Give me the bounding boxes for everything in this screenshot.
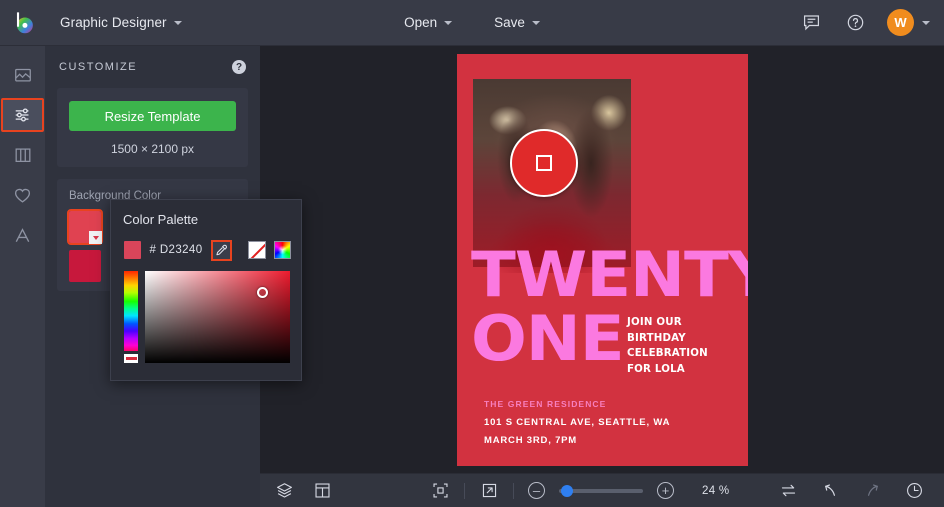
fit-to-screen-icon[interactable] <box>430 481 450 501</box>
hex-value[interactable]: # D23240 <box>149 244 202 256</box>
app-header: Graphic Designer Open Save W <box>0 0 944 46</box>
zoom-controls: – + 24 % <box>430 481 729 501</box>
divider <box>513 482 514 499</box>
user-menu[interactable]: W <box>887 9 930 36</box>
open-label: Open <box>404 15 438 30</box>
open-button[interactable]: Open <box>391 9 465 36</box>
hue-cursor[interactable] <box>124 354 138 363</box>
color-palette-popup: Color Palette # D23240 <box>110 199 302 381</box>
hue-column <box>124 271 138 363</box>
help-circle-icon[interactable] <box>843 11 867 35</box>
swatch-crimson[interactable] <box>69 250 101 282</box>
poster-headline-1[interactable]: TWENTY <box>471 244 748 306</box>
hue-slider[interactable] <box>124 271 138 351</box>
app-logo[interactable] <box>0 0 46 46</box>
redo-icon[interactable] <box>862 481 882 501</box>
header-actions: Open Save <box>391 9 553 36</box>
expand-arrow-icon[interactable] <box>479 481 499 501</box>
resize-template-button[interactable]: Resize Template <box>69 101 236 131</box>
poster-subtext[interactable]: JOIN OUR BIRTHDAY CELEBRATION FOR LOLA <box>627 314 708 376</box>
header-right-tools: W <box>799 9 930 36</box>
chevron-down-icon <box>444 20 453 25</box>
layers-icon[interactable] <box>274 481 294 501</box>
save-button[interactable]: Save <box>481 9 553 36</box>
left-tool-rail <box>0 46 45 507</box>
sidebar-item-favorites[interactable] <box>1 178 44 212</box>
eyedropper-icon <box>216 244 227 255</box>
zoom-in-button[interactable]: + <box>657 482 674 499</box>
columns-icon <box>15 148 30 162</box>
resize-card: Resize Template 1500 × 2100 px <box>57 88 248 167</box>
bottom-right-tools <box>778 481 924 501</box>
swatch-column-1 <box>67 209 103 317</box>
grid-layout-icon[interactable] <box>312 481 332 501</box>
app-root: Graphic Designer Open Save W CUSTOMIZE ?… <box>0 0 944 507</box>
swatch-dropdown-badge[interactable] <box>89 231 102 244</box>
poster-footer: THE GREEN RESIDENCE 101 S CENTRAL AVE, S… <box>484 399 670 453</box>
zoom-out-button[interactable]: – <box>528 482 545 499</box>
panel-title: CUSTOMIZE <box>59 61 138 73</box>
color-picker-circle-icon[interactable] <box>510 129 578 197</box>
document-title-menu[interactable]: Graphic Designer <box>50 10 192 35</box>
chevron-down-icon <box>922 20 930 25</box>
swap-arrows-icon[interactable] <box>778 481 798 501</box>
color-wheel-logo-icon <box>16 12 33 34</box>
comment-icon[interactable] <box>799 11 823 35</box>
no-color-swatch[interactable] <box>247 241 266 259</box>
chevron-down-icon <box>531 20 540 25</box>
zoom-level-value: 24 % <box>702 484 730 497</box>
poster-footer-venue[interactable]: THE GREEN RESIDENCE <box>484 399 670 409</box>
sliders-icon <box>15 108 28 122</box>
bottom-left-tools <box>274 481 332 501</box>
canvas-area[interactable]: TWENTY ONE JOIN OUR BIRTHDAY CELEBRATION FO… <box>260 46 944 473</box>
poster-footer-address[interactable]: 101 S CENTRAL AVE, SEATTLE, WA <box>484 417 670 428</box>
color-value-row: # D23240 <box>111 237 301 263</box>
save-label: Save <box>494 15 525 30</box>
image-icon <box>14 68 31 82</box>
undo-icon[interactable] <box>820 481 840 501</box>
bottom-toolbar: – + 24 % <box>260 473 944 507</box>
help-circle-icon[interactable]: ? <box>232 60 246 74</box>
chevron-down-icon <box>173 20 182 25</box>
sv-cursor[interactable] <box>257 287 268 298</box>
divider <box>464 482 465 499</box>
heart-icon <box>14 188 31 203</box>
text-icon <box>15 227 30 242</box>
color-palette-title: Color Palette <box>123 212 199 227</box>
panel-header: CUSTOMIZE ? <box>57 60 248 74</box>
sidebar-item-images[interactable] <box>1 58 44 92</box>
poster-design[interactable]: TWENTY ONE JOIN OUR BIRTHDAY CELEBRATION FO… <box>457 54 748 466</box>
poster-headline-2[interactable]: ONE <box>471 308 625 370</box>
sidebar-item-customize[interactable] <box>1 98 44 132</box>
color-preview-swatch[interactable] <box>124 241 142 259</box>
document-title: Graphic Designer <box>60 15 167 30</box>
saturation-value-area[interactable] <box>145 271 290 363</box>
eyedropper-button[interactable] <box>210 239 232 261</box>
zoom-slider-thumb[interactable] <box>561 484 573 497</box>
sidebar-item-text[interactable] <box>1 218 44 252</box>
avatar: W <box>887 9 914 36</box>
sidebar-item-layouts[interactable] <box>1 138 44 172</box>
poster-footer-date[interactable]: MARCH 3RD, 7PM <box>484 435 670 446</box>
color-picker-area <box>111 263 301 373</box>
rainbow-swatch[interactable] <box>273 241 292 259</box>
zoom-slider[interactable] <box>559 484 643 497</box>
history-clock-icon[interactable] <box>904 481 924 501</box>
swatch-red-selected[interactable] <box>67 209 103 245</box>
template-dimensions: 1500 × 2100 px <box>110 142 195 156</box>
